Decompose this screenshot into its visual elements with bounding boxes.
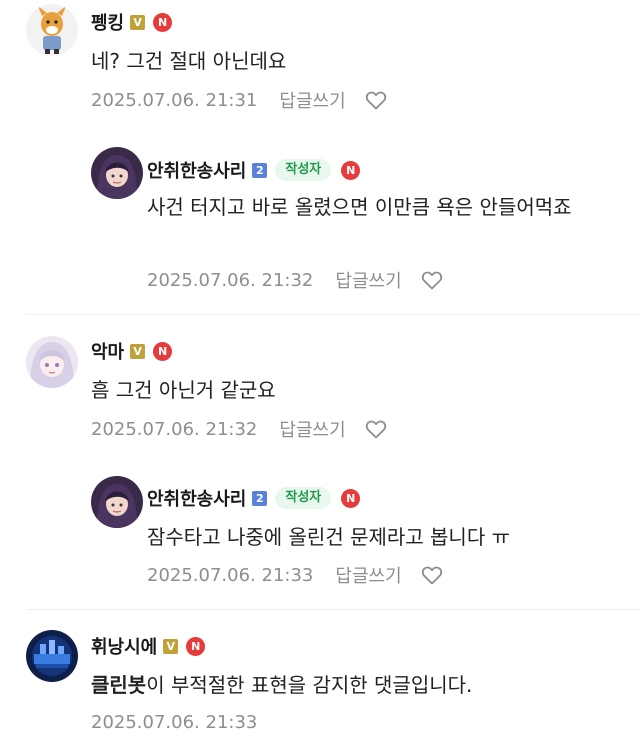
avatar[interactable] xyxy=(91,147,143,199)
heart-outline-icon[interactable] xyxy=(364,417,388,441)
comment-date: 2025.07.06. 21:31 xyxy=(91,89,258,111)
nickname[interactable]: 악마 xyxy=(91,338,124,364)
comment-meta: 2025.07.06. 21:31 답글쓰기 xyxy=(91,86,388,114)
divider xyxy=(26,314,640,315)
comment-text: 잠수타고 나중에 올린건 문제라고 봅니다 ㅠ xyxy=(147,525,510,549)
avatar[interactable] xyxy=(91,476,143,528)
reply-button[interactable]: 답글쓰기 xyxy=(335,267,401,293)
cleanbot-label: 클린봇 xyxy=(91,673,147,697)
comment-text: 네? 그건 절대 아닌데요 xyxy=(91,49,287,73)
comment-header: 안취한송사리 2 작성자 N xyxy=(147,157,361,183)
heart-outline-icon[interactable] xyxy=(420,563,444,587)
comment-text: 흠 그건 아닌거 같군요 xyxy=(91,378,276,402)
member-grade-badge: V xyxy=(163,638,179,654)
new-badge: N xyxy=(341,488,361,508)
comment-meta: 2025.07.06. 21:33 답글쓰기 xyxy=(147,561,444,589)
author-badge: 작성자 xyxy=(275,487,332,509)
member-grade-badge: V xyxy=(130,343,146,359)
heart-outline-icon[interactable] xyxy=(420,268,444,292)
avatar[interactable] xyxy=(26,336,78,388)
new-badge: N xyxy=(186,636,206,656)
nickname[interactable]: 안취한송사리 xyxy=(147,485,246,511)
comment-header: 휘낭시에 V N xyxy=(91,633,206,659)
comment-meta: 2025.07.06. 21:33 xyxy=(91,708,279,736)
comment-meta: 2025.07.06. 21:32 답글쓰기 xyxy=(147,266,444,294)
comment-text: 사건 터지고 바로 올렸으면 이만큼 욕은 안들어먹죠 xyxy=(147,195,572,219)
author-badge: 작성자 xyxy=(275,159,332,181)
comment-header: 악마 V N xyxy=(91,338,173,364)
reply-button[interactable]: 답글쓰기 xyxy=(335,562,401,588)
comment-header: 펭킹 V N xyxy=(91,9,173,35)
cleanbot-notice: 클린봇이 부적절한 표현을 감지한 댓글입니다. xyxy=(91,668,611,702)
comment-date: 2025.07.06. 21:32 xyxy=(91,418,258,440)
comment-meta: 2025.07.06. 21:32 답글쓰기 xyxy=(91,415,388,443)
reply-button[interactable]: 답글쓰기 xyxy=(279,416,345,442)
member-level-badge: 2 xyxy=(252,490,268,506)
heart-outline-icon[interactable] xyxy=(364,88,388,112)
cleanbot-message: 이 부적절한 표현을 감지한 댓글입니다. xyxy=(146,673,473,697)
member-level-badge: 2 xyxy=(252,162,268,178)
nickname[interactable]: 휘낭시에 xyxy=(91,633,157,659)
avatar[interactable] xyxy=(26,630,78,682)
reply-button[interactable]: 답글쓰기 xyxy=(279,87,345,113)
new-badge: N xyxy=(341,160,361,180)
comment-date: 2025.07.06. 21:33 xyxy=(91,711,258,733)
divider xyxy=(26,609,640,610)
member-grade-badge: V xyxy=(130,14,146,30)
comment-date: 2025.07.06. 21:33 xyxy=(147,564,314,586)
comment-header: 안취한송사리 2 작성자 N xyxy=(147,485,361,511)
new-badge: N xyxy=(153,12,173,32)
comment-date: 2025.07.06. 21:32 xyxy=(147,269,314,291)
nickname[interactable]: 안취한송사리 xyxy=(147,157,246,183)
new-badge: N xyxy=(153,341,173,361)
avatar[interactable] xyxy=(26,4,78,56)
nickname[interactable]: 펭킹 xyxy=(91,9,124,35)
